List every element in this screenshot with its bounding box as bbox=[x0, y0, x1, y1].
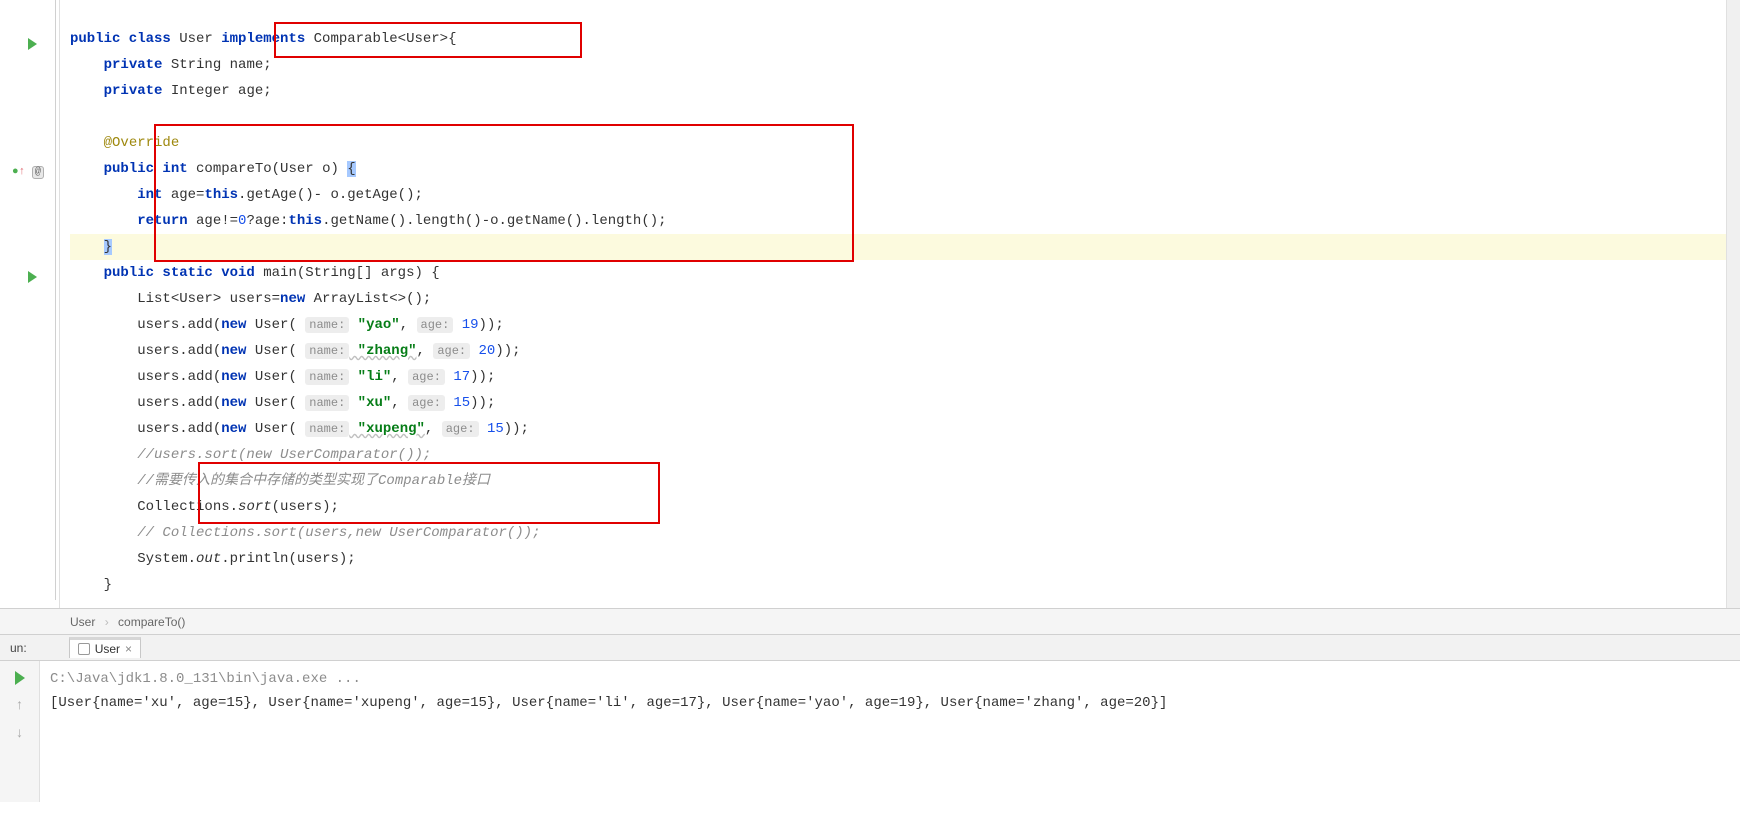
code-line: return age!=0?age:this.getName().length(… bbox=[70, 208, 1740, 234]
code-line: public static void main(String[] args) { bbox=[70, 260, 1740, 286]
console-command: C:\Java\jdk1.8.0_131\bin\java.exe ... bbox=[50, 667, 1730, 691]
code-line: users.add(new User( name: "li", age: 17)… bbox=[70, 364, 1740, 390]
breadcrumb[interactable]: User › compareTo() bbox=[0, 608, 1740, 634]
code-line bbox=[70, 104, 1740, 130]
gutter: ●↑ @ bbox=[0, 0, 60, 608]
code-line: // Collections.sort(users,new UserCompar… bbox=[70, 520, 1740, 546]
code-line: } bbox=[70, 234, 1740, 260]
error-stripe[interactable] bbox=[1726, 0, 1740, 608]
tab-icon bbox=[78, 643, 90, 655]
close-icon[interactable]: × bbox=[125, 642, 132, 656]
run-tab[interactable]: User × bbox=[69, 637, 141, 658]
breadcrumb-separator: › bbox=[105, 615, 109, 629]
console: C:\Java\jdk1.8.0_131\bin\java.exe ... [U… bbox=[0, 660, 1740, 802]
toolwindow-tabbar: un: User × bbox=[0, 634, 1740, 660]
code-line: List<User> users=new ArrayList<>(); bbox=[70, 286, 1740, 312]
run-gutter-icon[interactable] bbox=[28, 38, 37, 50]
fold-line bbox=[55, 0, 56, 600]
editor: ●↑ @ public class User implements Compar… bbox=[0, 0, 1740, 608]
console-output[interactable]: C:\Java\jdk1.8.0_131\bin\java.exe ... [U… bbox=[40, 661, 1740, 802]
code-line: users.add(new User( name: "zhang", age: … bbox=[70, 338, 1740, 364]
run-gutter-icon[interactable] bbox=[28, 271, 37, 283]
code-line: users.add(new User( name: "xupeng", age:… bbox=[70, 416, 1740, 442]
override-marker[interactable]: ●↑ @ bbox=[12, 166, 44, 178]
code-line: public class User implements Comparable<… bbox=[70, 26, 1740, 52]
breadcrumb-item[interactable]: compareTo() bbox=[118, 615, 185, 629]
code-line: System.out.println(users); bbox=[70, 546, 1740, 572]
code-line: Collections.sort(users); bbox=[70, 494, 1740, 520]
code-line: users.add(new User( name: "xu", age: 15)… bbox=[70, 390, 1740, 416]
code-line: private Integer age; bbox=[70, 78, 1740, 104]
code-line: //需要传入的集合中存储的类型实现了Comparable接口 bbox=[70, 468, 1740, 494]
tab-label: User bbox=[95, 642, 120, 656]
scroll-down-button[interactable] bbox=[11, 725, 29, 743]
scroll-up-button[interactable] bbox=[11, 697, 29, 715]
breadcrumb-item[interactable]: User bbox=[70, 615, 95, 629]
rerun-button[interactable] bbox=[11, 669, 29, 687]
code-line: } bbox=[70, 572, 1740, 598]
toolwindow-label: un: bbox=[0, 641, 37, 655]
code-area[interactable]: public class User implements Comparable<… bbox=[60, 0, 1740, 608]
code-line: users.add(new User( name: "yao", age: 19… bbox=[70, 312, 1740, 338]
code-line: int age=this.getAge()- o.getAge(); bbox=[70, 182, 1740, 208]
code-line: @Override bbox=[70, 130, 1740, 156]
code-line: //users.sort(new UserComparator()); bbox=[70, 442, 1740, 468]
code-line bbox=[70, 0, 1740, 26]
code-line: private String name; bbox=[70, 52, 1740, 78]
code-line: public int compareTo(User o) { bbox=[70, 156, 1740, 182]
console-toolbar bbox=[0, 661, 40, 802]
console-line: [User{name='xu', age=15}, User{name='xup… bbox=[50, 691, 1730, 715]
